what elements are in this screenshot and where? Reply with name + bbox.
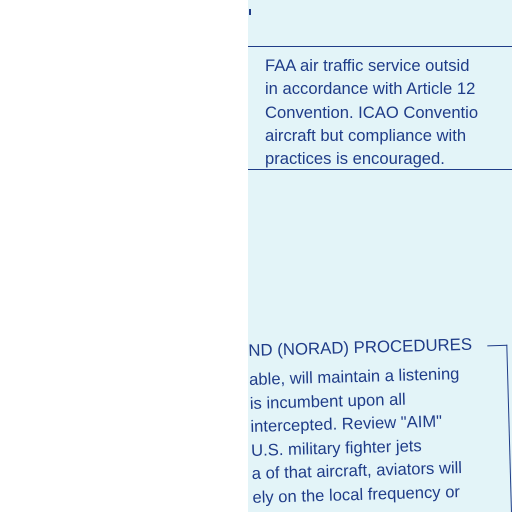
chart-page: FAA air traffic service outsid in accord… bbox=[248, 0, 512, 512]
top-rule bbox=[248, 46, 512, 47]
norad-heading: ND (NORAD) PROCEDURES bbox=[248, 334, 473, 360]
faa-notice-paragraph: FAA air traffic service outsid in accord… bbox=[265, 54, 512, 170]
blank-margin bbox=[0, 0, 248, 512]
faa-line: Convention. ICAO Conventio bbox=[265, 102, 479, 122]
faa-line: in accordance with Article 12 bbox=[265, 79, 476, 99]
norad-line: ely on the local frequency or bbox=[252, 482, 461, 507]
box-border-right bbox=[506, 344, 512, 512]
faa-line: aircraft but compliance with bbox=[265, 125, 467, 145]
norad-procedures-box: ND (NORAD) PROCEDURES able, will maintai… bbox=[248, 331, 512, 512]
faa-line: practices is encouraged. bbox=[265, 149, 445, 169]
norad-text: able, will maintain a listening is incum… bbox=[249, 362, 463, 509]
faa-line: FAA air traffic service outsid bbox=[265, 56, 470, 75]
tick-mark bbox=[249, 9, 251, 15]
bottom-rule bbox=[248, 169, 512, 170]
box-border-top bbox=[487, 344, 508, 347]
